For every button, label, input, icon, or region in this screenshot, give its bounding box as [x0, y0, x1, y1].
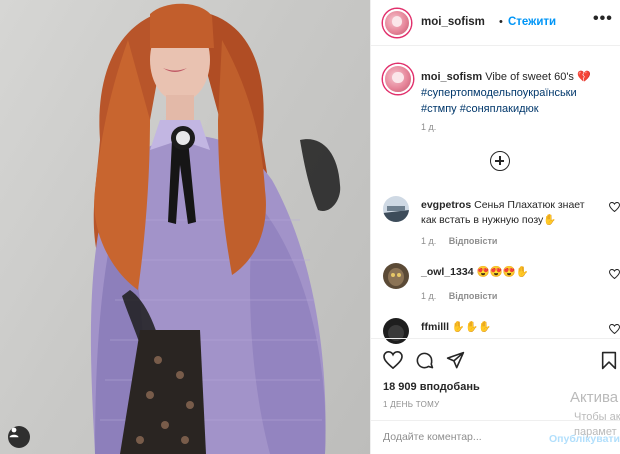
commenter-username[interactable]: evgpetros	[421, 199, 471, 211]
hashtag-link[interactable]: #супертопмодельпоукраїнськи	[421, 87, 577, 99]
watermark-line: Чтобы ак	[574, 411, 620, 423]
action-bar	[371, 338, 620, 378]
likes-count[interactable]: 18 909 вподобань	[383, 381, 480, 393]
commenter-username[interactable]: ffmilll	[421, 321, 449, 333]
likes-label: вподобань	[419, 381, 480, 393]
likes-number: 18 909	[383, 381, 417, 393]
post-image	[90, 3, 341, 454]
post-photo[interactable]	[0, 0, 370, 454]
more-options-icon[interactable]: •••	[593, 10, 613, 28]
comment-input[interactable]	[383, 431, 543, 443]
comment-icon[interactable]	[415, 351, 434, 370]
activation-watermark-title: Актива	[570, 389, 619, 406]
comment-body: ✋✋✋	[451, 321, 492, 333]
comment-time: 1 д.	[421, 291, 437, 301]
like-heart-icon[interactable]	[383, 351, 403, 369]
comment-meta: 1 д. Відповісти	[421, 236, 497, 246]
caption-body: Vibe of sweet 60's 💔	[485, 71, 591, 83]
caption-avatar[interactable]	[383, 64, 413, 94]
comment-meta: 1 д. Відповісти	[421, 291, 497, 301]
share-icon[interactable]	[446, 351, 465, 370]
post-time: 1 ДЕНЬ ТОМУ	[383, 400, 440, 409]
follow-button[interactable]: Стежити	[508, 16, 556, 28]
commenter-username[interactable]: _owl_1334	[421, 266, 474, 278]
commenter-avatar[interactable]	[383, 263, 409, 289]
heart-icon[interactable]	[609, 269, 620, 279]
heart-icon[interactable]	[609, 324, 620, 334]
separator-dot: •	[499, 16, 503, 28]
comment-body: 😍😍😍✋	[476, 266, 529, 278]
caption-time: 1 д.	[421, 122, 437, 132]
comment-time: 1 д.	[421, 236, 437, 246]
comment-text: ffmilll ✋✋✋	[421, 320, 596, 335]
heart-icon[interactable]	[609, 202, 620, 212]
comment-text: _owl_1334 😍😍😍✋	[421, 265, 596, 280]
reply-button[interactable]: Відповісти	[449, 291, 498, 301]
user-tag-icon[interactable]	[8, 426, 30, 448]
activation-watermark-text: Чтобы ак парамет	[574, 410, 620, 440]
load-more-icon[interactable]	[490, 151, 510, 171]
hashtag-link[interactable]: #соняплакидюк	[460, 103, 539, 115]
comment-text: evgpetros Сенья Плахатюк знает как встат…	[421, 198, 596, 228]
caption-username[interactable]: moi_sofism	[421, 71, 482, 83]
avatar[interactable]	[383, 9, 411, 37]
post-sidebar: moi_sofism • Стежити ••• moi_sofism Vibe…	[370, 0, 620, 454]
reply-button[interactable]: Відповісти	[449, 236, 498, 246]
save-icon[interactable]	[601, 351, 617, 370]
commenter-avatar[interactable]	[383, 196, 409, 222]
hashtag-link[interactable]: #стмпу	[421, 103, 457, 115]
username-link[interactable]: moi_sofism	[421, 16, 485, 28]
post-header: moi_sofism • Стежити •••	[371, 0, 620, 46]
watermark-line: парамет	[574, 426, 617, 438]
caption-text: moi_sofism Vibe of sweet 60's 💔 #суперто…	[421, 69, 620, 117]
